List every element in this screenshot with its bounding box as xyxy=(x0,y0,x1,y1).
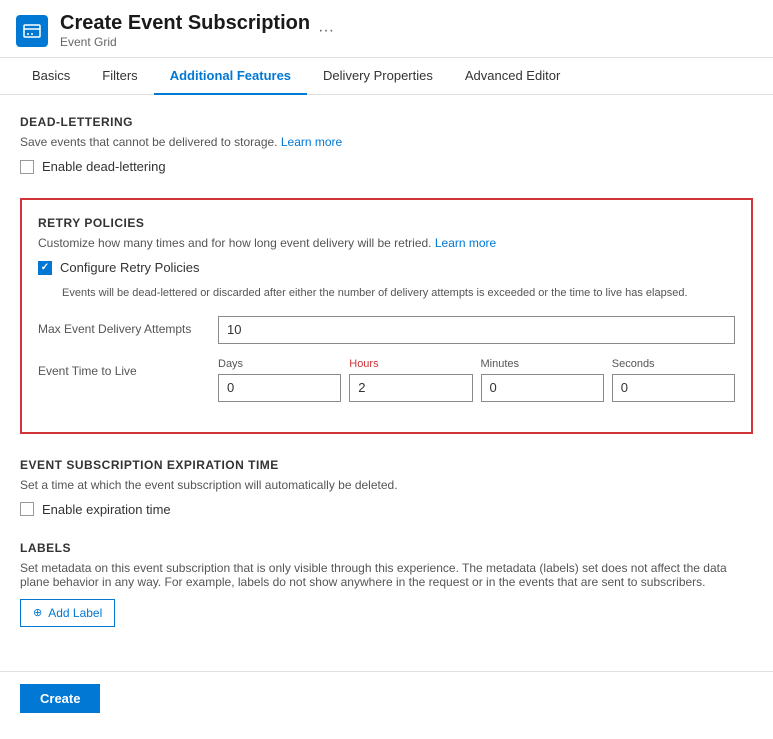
retry-policies-title: RETRY POLICIES xyxy=(38,216,735,230)
labels-title: LABELS xyxy=(20,541,753,555)
days-col: Days xyxy=(218,358,341,402)
hours-col: Hours xyxy=(349,358,472,402)
add-label-icon: ⊕ xyxy=(33,606,42,619)
tab-advanced-editor[interactable]: Advanced Editor xyxy=(449,58,576,95)
event-ttl-row: Event Time to Live Days Hours Minutes xyxy=(38,358,735,402)
expiration-description: Set a time at which the event subscripti… xyxy=(20,478,753,492)
add-label-text: Add Label xyxy=(48,606,102,620)
dead-lettering-section: DEAD-LETTERING Save events that cannot b… xyxy=(20,115,753,174)
time-grid: Days Hours Minutes Seconds xyxy=(218,358,735,402)
page-subtitle: Event Grid xyxy=(60,35,310,49)
dead-lettering-title: DEAD-LETTERING xyxy=(20,115,753,129)
labels-section: LABELS Set metadata on this event subscr… xyxy=(20,541,753,627)
configure-retry-checkbox-row: Configure Retry Policies xyxy=(38,260,735,275)
expiration-title: EVENT SUBSCRIPTION EXPIRATION TIME xyxy=(20,458,753,472)
minutes-input[interactable] xyxy=(481,374,604,402)
configure-retry-label: Configure Retry Policies xyxy=(60,260,199,275)
header-text: Create Event Subscription Event Grid xyxy=(60,12,310,49)
create-button[interactable]: Create xyxy=(20,684,100,713)
page-footer: Create xyxy=(0,671,773,725)
event-ttl-control: Days Hours Minutes Seconds xyxy=(218,358,735,402)
max-attempts-row: Max Event Delivery Attempts xyxy=(38,316,735,344)
seconds-label: Seconds xyxy=(612,358,735,370)
minutes-col: Minutes xyxy=(481,358,604,402)
event-ttl-label: Event Time to Live xyxy=(38,358,218,378)
dead-lettering-learn-more-link[interactable]: Learn more xyxy=(281,135,342,149)
retry-policies-learn-more-link[interactable]: Learn more xyxy=(435,236,496,250)
days-input[interactable] xyxy=(218,374,341,402)
tab-delivery-properties[interactable]: Delivery Properties xyxy=(307,58,449,95)
retry-policies-section: RETRY POLICIES Customize how many times … xyxy=(20,198,753,434)
add-label-button[interactable]: ⊕ Add Label xyxy=(20,599,115,627)
seconds-input[interactable] xyxy=(612,374,735,402)
retry-warning-text: Events will be dead-lettered or discarde… xyxy=(62,285,735,302)
labels-description: Set metadata on this event subscription … xyxy=(20,561,753,589)
page-header: Create Event Subscription Event Grid ··· xyxy=(0,0,773,58)
dead-lettering-checkbox-label: Enable dead-lettering xyxy=(42,159,166,174)
expiration-checkbox-row: Enable expiration time xyxy=(20,502,753,517)
enable-expiration-checkbox[interactable] xyxy=(20,502,34,516)
enable-dead-lettering-checkbox[interactable] xyxy=(20,160,34,174)
main-content: DEAD-LETTERING Save events that cannot b… xyxy=(0,95,773,671)
days-label: Days xyxy=(218,358,341,370)
tab-bar: Basics Filters Additional Features Deliv… xyxy=(0,58,773,95)
max-attempts-label: Max Event Delivery Attempts xyxy=(38,316,218,336)
dead-lettering-checkbox-row: Enable dead-lettering xyxy=(20,159,753,174)
hours-label: Hours xyxy=(349,358,472,370)
dead-lettering-description: Save events that cannot be delivered to … xyxy=(20,135,753,149)
max-attempts-input[interactable] xyxy=(218,316,735,344)
seconds-col: Seconds xyxy=(612,358,735,402)
hours-input[interactable] xyxy=(349,374,472,402)
configure-retry-checkbox[interactable] xyxy=(38,261,52,275)
tab-additional-features[interactable]: Additional Features xyxy=(154,58,307,95)
minutes-label: Minutes xyxy=(481,358,604,370)
more-options-button[interactable]: ··· xyxy=(318,22,334,40)
tab-basics[interactable]: Basics xyxy=(16,58,86,95)
page-title: Create Event Subscription xyxy=(60,12,310,35)
expiration-section: EVENT SUBSCRIPTION EXPIRATION TIME Set a… xyxy=(20,458,753,517)
max-attempts-control xyxy=(218,316,735,344)
tab-filters[interactable]: Filters xyxy=(86,58,153,95)
page-icon xyxy=(16,15,48,47)
expiration-checkbox-label: Enable expiration time xyxy=(42,502,171,517)
retry-policies-description: Customize how many times and for how lon… xyxy=(38,236,735,250)
